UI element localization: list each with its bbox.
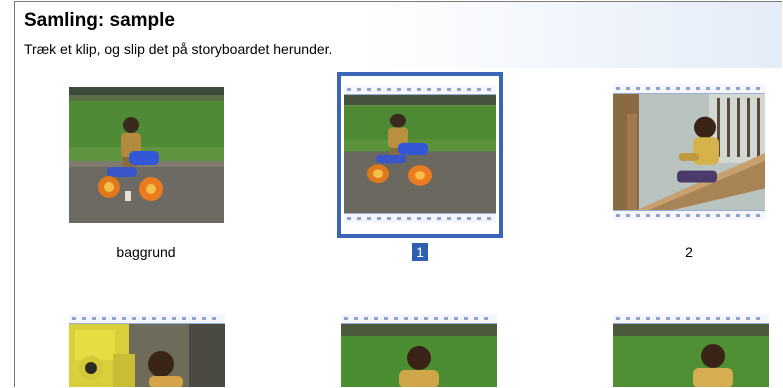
clip-tile-1[interactable]: 1 <box>337 72 507 272</box>
toddler-on-tricycle-icon <box>69 87 224 223</box>
child-on-slide-icon <box>613 94 765 210</box>
clip-thumbnail[interactable] <box>344 85 496 223</box>
clip-tile-baggrund[interactable]: baggrund <box>65 86 227 266</box>
clip-caption[interactable]: 2 <box>609 244 769 260</box>
filmstrip-edge <box>613 84 765 94</box>
child-on-lawn-icon <box>613 324 769 387</box>
filmstrip-edge <box>69 314 225 324</box>
filmstrip-edge <box>344 213 496 223</box>
child-with-toy-blocks-icon <box>69 324 225 387</box>
filmstrip-edge <box>344 85 496 95</box>
clip-caption[interactable]: baggrund <box>65 244 227 260</box>
clip-thumbnail[interactable] <box>613 84 765 220</box>
clip-thumbnail[interactable] <box>341 314 497 387</box>
clip-caption[interactable]: 1 <box>337 243 503 261</box>
filmstrip-edge <box>613 314 769 324</box>
collection-instruction: Træk et klip, og slip det på storyboarde… <box>24 41 333 57</box>
filmstrip-edge <box>341 314 497 324</box>
clip-thumbnail[interactable] <box>69 314 225 387</box>
collection-panel: Samling: sample Træk et klip, og slip de… <box>14 1 782 387</box>
toddler-on-tricycle-icon <box>344 95 496 213</box>
clip-tile-3[interactable] <box>69 314 225 387</box>
collection-title: Samling: sample <box>24 10 175 31</box>
clip-thumbnail[interactable] <box>69 87 224 223</box>
clip-tile-2[interactable]: 2 <box>609 82 769 272</box>
clip-tile-4[interactable] <box>341 314 497 387</box>
collection-header: Samling: sample Træk et klip, og slip de… <box>15 2 782 68</box>
child-on-lawn-icon <box>341 324 497 387</box>
clip-tile-5[interactable] <box>613 314 769 387</box>
filmstrip-edge <box>613 210 765 220</box>
clip-thumbnail[interactable] <box>613 314 769 387</box>
